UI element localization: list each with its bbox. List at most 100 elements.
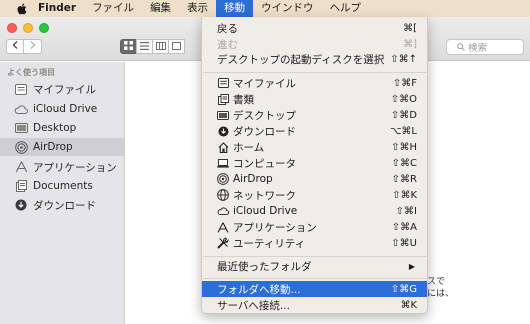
all-my-files-icon — [217, 77, 229, 89]
menu-item-shortcut: ⌘[ — [403, 22, 417, 34]
menu-item-airdrop[interactable]: AirDrop ⇧⌘R — [202, 171, 427, 187]
menu-item-shortcut: ⇧⌘C — [391, 157, 417, 169]
menu-item-shortcut: ⇧⌘A — [391, 221, 417, 233]
menu-item-recent-folders[interactable]: 最近使ったフォルダ ▶ — [202, 258, 427, 274]
chevron-right-icon — [30, 41, 36, 52]
airdrop-icon — [217, 173, 229, 185]
icon-view-button[interactable] — [120, 39, 137, 54]
columns-icon — [155, 40, 166, 53]
menu-item-label: AirDrop — [233, 173, 273, 185]
sidebar-item-desktop[interactable]: Desktop — [0, 119, 124, 137]
menu-edit[interactable]: 編集 — [142, 0, 179, 17]
close-button[interactable] — [7, 23, 17, 33]
sidebar-item-label: iCloud Drive — [33, 103, 98, 115]
minimize-button[interactable] — [23, 23, 33, 33]
menu-item-label: ダウンロード — [233, 125, 296, 138]
menu-item-desktop[interactable]: デスクトップ ⇧⌘D — [202, 107, 427, 123]
menu-item-connect-to-server[interactable]: サーバへ接続... ⌘K — [202, 297, 427, 313]
menu-item-label: iCloud Drive — [233, 205, 298, 217]
menu-item-back[interactable]: 戻る ⌘[ — [202, 20, 427, 36]
sidebar-item-label: AirDrop — [33, 141, 73, 153]
menu-item-shortcut: ⇧⌘R — [391, 173, 417, 185]
menu-item-all-my-files[interactable]: マイファイル ⇧⌘F — [202, 75, 427, 91]
gallery-icon — [172, 40, 181, 53]
cloud-icon — [217, 205, 229, 217]
menu-item-shortcut: ⇧⌘↑ — [390, 53, 417, 65]
sidebar-item-label: Desktop — [33, 122, 77, 134]
documents-icon — [14, 179, 28, 193]
menu-item-forward[interactable]: 進む ⌘] — [202, 36, 427, 52]
menu-item-network[interactable]: ネットワーク ⇧⌘K — [202, 187, 427, 203]
menu-item-shortcut: ⇧⌘K — [392, 189, 417, 201]
menu-item-label: アプリケーション — [233, 221, 317, 234]
menu-item-label: ネットワーク — [233, 189, 296, 202]
menu-go[interactable]: 移動 — [216, 0, 254, 17]
sidebar-item-label: Documents — [33, 180, 93, 192]
search-icon — [457, 43, 465, 51]
home-icon — [217, 141, 229, 153]
desktop-icon — [14, 121, 28, 135]
menu-item-select-startup-disk[interactable]: デスクトップの起動ディスクを選択 ⇧⌘↑ — [202, 51, 427, 67]
search-placeholder: 検索 — [468, 43, 488, 54]
menu-window[interactable]: ウインドウ — [253, 0, 322, 17]
menu-item-label: ユーティリティ — [233, 237, 306, 250]
airdrop-description-line: には、 — [427, 289, 455, 299]
utilities-icon — [217, 237, 229, 249]
sidebar-item-downloads[interactable]: ダウンロード — [0, 196, 124, 214]
menu-help[interactable]: ヘルプ — [322, 0, 370, 17]
menu-item-home[interactable]: ホーム ⇧⌘H — [202, 139, 427, 155]
go-menu-dropdown: 戻る ⌘[ 進む ⌘] デスクトップの起動ディスクを選択 ⇧⌘↑ マイファイル … — [201, 17, 428, 314]
menu-item-go-to-folder[interactable]: フォルダへ移動... ⇧⌘G — [202, 281, 427, 297]
sidebar-item-airdrop[interactable]: AirDrop — [0, 138, 124, 156]
sidebar-item-label: アプリケーション — [33, 161, 117, 174]
menu-item-shortcut: ⇧⌘G — [390, 283, 417, 295]
menu-separator — [203, 72, 426, 73]
menu-item-documents[interactable]: 書類 ⇧⌘O — [202, 91, 427, 107]
gallery-view-button[interactable] — [168, 39, 185, 54]
menu-item-shortcut: ⇧⌘H — [391, 141, 417, 153]
menu-item-shortcut: ⌘] — [403, 38, 417, 50]
menu-separator — [203, 278, 426, 279]
column-view-button[interactable] — [152, 39, 169, 54]
applications-icon — [217, 221, 229, 233]
sidebar-item-all-my-files[interactable]: マイファイル — [0, 80, 124, 98]
menu-file[interactable]: ファイル — [84, 0, 142, 17]
menu-item-label: マイファイル — [233, 77, 296, 90]
menu-item-shortcut: ⌥⌘L — [389, 125, 417, 137]
network-icon — [217, 189, 229, 201]
menu-item-label: フォルダへ移動... — [217, 283, 301, 296]
zoom-button[interactable] — [39, 23, 49, 33]
computer-icon — [217, 157, 229, 169]
menu-item-shortcut: ⇧⌘D — [390, 109, 417, 121]
airdrop-icon — [14, 140, 28, 154]
window-controls — [7, 23, 49, 33]
menu-item-downloads[interactable]: ダウンロード ⌥⌘L — [202, 123, 427, 139]
airdrop-description: スで には、 — [427, 276, 454, 300]
sidebar-heading-favorites: よく使う項目 — [7, 68, 55, 77]
search-field[interactable]: 検索 — [446, 39, 524, 55]
back-button[interactable] — [6, 39, 24, 54]
menu-item-shortcut: ⇧⌘I — [395, 205, 417, 217]
sidebar-item-label: ダウンロード — [33, 199, 96, 212]
forward-button[interactable] — [24, 39, 42, 54]
documents-icon — [217, 93, 229, 105]
menu-finder[interactable]: Finder — [30, 0, 84, 17]
apple-icon[interactable] — [12, 3, 30, 15]
menu-item-applications[interactable]: アプリケーション ⇧⌘A — [202, 219, 427, 235]
menu-item-utilities[interactable]: ユーティリティ ⇧⌘U — [202, 235, 427, 251]
menu-item-icloud-drive[interactable]: iCloud Drive ⇧⌘I — [202, 203, 427, 219]
menu-item-shortcut: ⇧⌘U — [391, 237, 417, 249]
sidebar-item-documents[interactable]: Documents — [0, 177, 124, 195]
menu-item-label: 書類 — [233, 93, 254, 106]
sidebar-item-applications[interactable]: アプリケーション — [0, 158, 124, 176]
menu-item-label: 最近使ったフォルダ — [217, 260, 312, 273]
desktop-icon — [217, 109, 229, 121]
list-view-button[interactable] — [136, 39, 153, 54]
grid-icon — [124, 40, 133, 53]
menu-view[interactable]: 表示 — [179, 0, 216, 17]
chevron-left-icon — [12, 41, 18, 52]
submenu-arrow-icon: ▶ — [408, 261, 415, 271]
sidebar-item-icloud-drive[interactable]: iCloud Drive — [0, 100, 124, 118]
menu-item-computer[interactable]: コンピュータ ⇧⌘C — [202, 155, 427, 171]
sidebar-item-label: マイファイル — [33, 83, 96, 96]
